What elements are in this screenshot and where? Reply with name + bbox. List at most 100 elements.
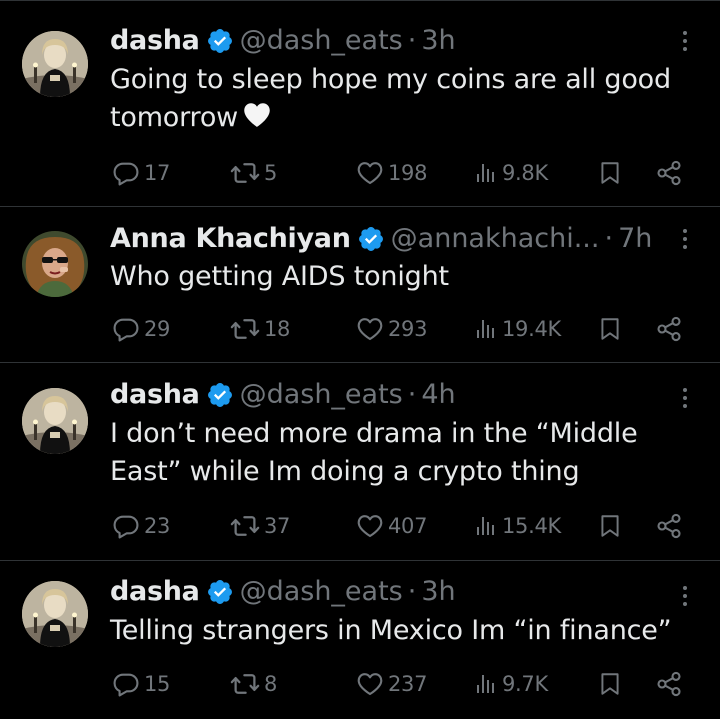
author-name[interactable]: dasha <box>110 380 200 410</box>
share-button[interactable] <box>655 510 683 542</box>
author-name[interactable]: dasha <box>110 577 200 607</box>
reply-icon <box>112 315 140 343</box>
tweet[interactable]: dasha @dash_eats · 4h I don’t need more … <box>0 363 720 561</box>
bookmark-button[interactable] <box>597 157 623 189</box>
more-icon[interactable] <box>675 383 695 413</box>
tweet-text: I don’t need more drama in the “Middle E… <box>110 418 638 487</box>
like-count: 293 <box>388 317 428 341</box>
view-count: 9.7K <box>502 672 548 696</box>
views-button[interactable]: 9.7K <box>474 668 548 700</box>
reply-icon <box>112 512 140 540</box>
views-button[interactable]: 15.4K <box>474 510 561 542</box>
share-button[interactable] <box>655 313 683 345</box>
retweet-icon <box>230 511 260 541</box>
like-count: 198 <box>388 161 428 185</box>
retweet-icon <box>230 314 260 344</box>
tweet-header: dasha @dash_eats · 3h <box>110 26 456 56</box>
retweet-icon <box>230 158 260 188</box>
reply-count: 17 <box>144 161 171 185</box>
views-icon <box>474 672 498 696</box>
reply-count: 15 <box>144 672 171 696</box>
verified-badge-icon <box>206 381 234 409</box>
timestamp[interactable]: 3h <box>421 26 455 56</box>
views-icon <box>474 161 498 185</box>
bookmark-icon <box>597 316 623 342</box>
like-button[interactable]: 293 <box>356 313 427 345</box>
author-handle[interactable]: @dash_eats <box>240 577 403 607</box>
share-button[interactable] <box>655 157 683 189</box>
like-count: 237 <box>388 672 428 696</box>
dot-separator: · <box>407 379 417 410</box>
retweet-count: 5 <box>264 161 278 185</box>
avatar[interactable] <box>22 31 88 97</box>
action-bar: 15 8 237 9.7K <box>0 668 720 700</box>
action-bar: 17 5 198 9.8K <box>0 157 720 189</box>
tweet-text: Who getting AIDS tonight <box>110 261 449 292</box>
action-bar: 23 37 407 15.4K <box>0 510 720 542</box>
verified-badge-icon <box>206 578 234 606</box>
like-icon <box>356 512 384 540</box>
dot-separator: · <box>407 25 417 56</box>
more-icon[interactable] <box>675 581 695 611</box>
tweet[interactable]: Anna Khachiyan @annakhachi... · 7h Who g… <box>0 207 720 363</box>
reply-icon <box>112 159 140 187</box>
reply-count: 23 <box>144 514 171 538</box>
reply-button[interactable]: 29 <box>112 313 170 345</box>
reply-button[interactable]: 15 <box>112 668 170 700</box>
views-icon <box>474 514 498 538</box>
reply-count: 29 <box>144 317 171 341</box>
like-button[interactable]: 237 <box>356 668 427 700</box>
view-count: 9.8K <box>502 161 548 185</box>
more-icon[interactable] <box>675 224 695 254</box>
like-icon <box>356 159 384 187</box>
bookmark-button[interactable] <box>597 668 623 700</box>
bookmark-icon <box>597 671 623 697</box>
timestamp[interactable]: 4h <box>421 380 455 410</box>
view-count: 15.4K <box>502 514 562 538</box>
share-icon <box>655 512 683 540</box>
more-icon[interactable] <box>675 26 695 56</box>
avatar[interactable] <box>22 388 88 454</box>
white-heart-emoji <box>242 100 272 130</box>
bookmark-button[interactable] <box>597 313 623 345</box>
tweet[interactable]: dasha @dash_eats · 3h Telling strangers … <box>0 561 720 719</box>
tweet-text: Telling strangers in Mexico Im “in finan… <box>110 615 672 646</box>
share-icon <box>655 315 683 343</box>
like-icon <box>356 315 384 343</box>
retweet-button[interactable]: 5 <box>230 157 277 189</box>
reply-button[interactable]: 17 <box>112 157 170 189</box>
views-icon <box>474 317 498 341</box>
view-count: 19.4K <box>502 317 562 341</box>
timestamp[interactable]: 3h <box>421 577 455 607</box>
verified-badge-icon <box>206 27 234 55</box>
share-button[interactable] <box>655 668 683 700</box>
dot-separator: · <box>407 576 417 607</box>
avatar[interactable] <box>22 581 88 647</box>
retweet-button[interactable]: 8 <box>230 668 277 700</box>
retweet-count: 37 <box>264 514 291 538</box>
author-name[interactable]: dasha <box>110 26 200 56</box>
author-name[interactable]: Anna Khachiyan <box>110 224 351 254</box>
reply-button[interactable]: 23 <box>112 510 170 542</box>
share-icon <box>655 670 683 698</box>
like-button[interactable]: 407 <box>356 510 427 542</box>
like-button[interactable]: 198 <box>356 157 427 189</box>
action-bar: 29 18 293 19.4K <box>0 313 720 345</box>
views-button[interactable]: 19.4K <box>474 313 561 345</box>
tweet-header: dasha @dash_eats · 4h <box>110 380 456 410</box>
author-handle[interactable]: @annakhachi... <box>391 224 600 254</box>
tweet[interactable]: dasha @dash_eats · 3h Going to sleep hop… <box>0 0 720 207</box>
bookmark-icon <box>597 513 623 539</box>
author-handle[interactable]: @dash_eats <box>240 26 403 56</box>
bookmark-button[interactable] <box>597 510 623 542</box>
retweet-button[interactable]: 18 <box>230 313 290 345</box>
retweet-button[interactable]: 37 <box>230 510 290 542</box>
author-handle[interactable]: @dash_eats <box>240 380 403 410</box>
avatar[interactable] <box>22 231 88 297</box>
bookmark-icon <box>597 160 623 186</box>
retweet-icon <box>230 669 260 699</box>
views-button[interactable]: 9.8K <box>474 157 548 189</box>
like-icon <box>356 670 384 698</box>
timestamp[interactable]: 7h <box>618 224 652 254</box>
tweet-header: Anna Khachiyan @annakhachi... · 7h <box>110 224 652 254</box>
